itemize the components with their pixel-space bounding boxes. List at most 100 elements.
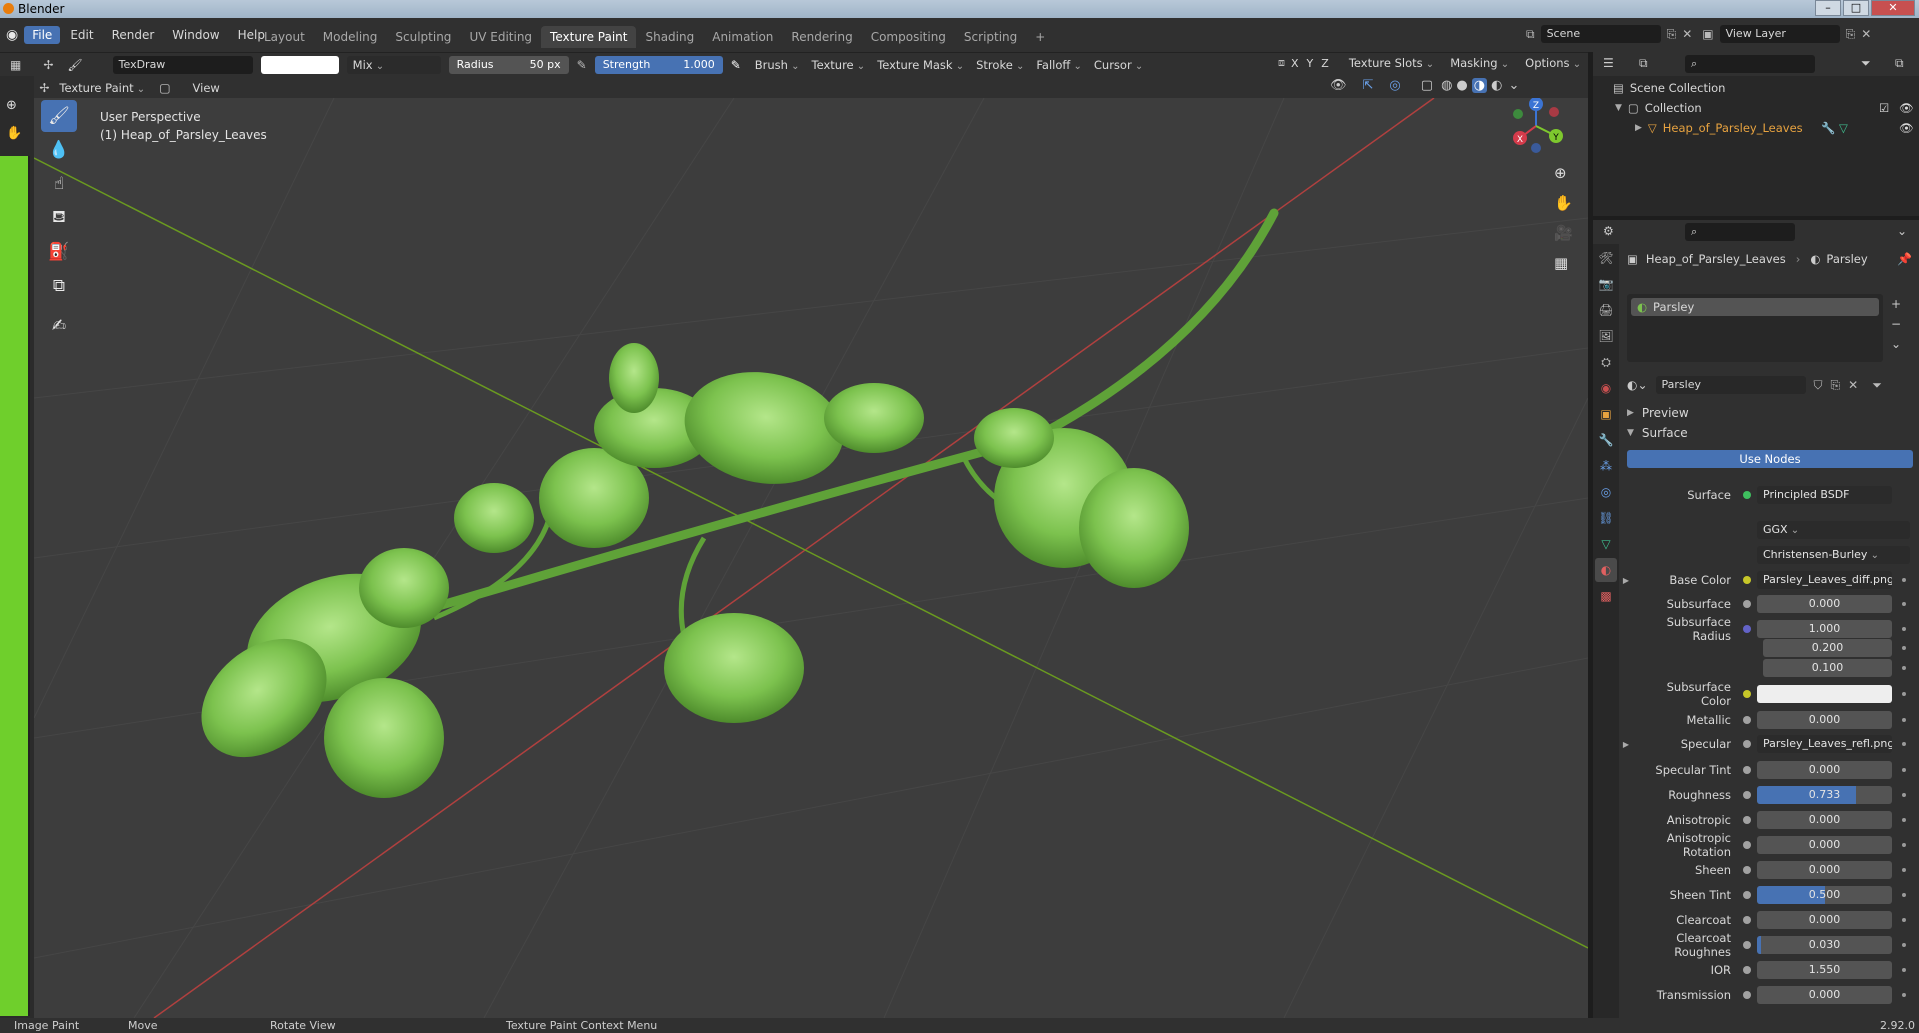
minimize-button[interactable]: – (1815, 0, 1841, 16)
row-expand-icon[interactable]: ▶ (1619, 576, 1633, 585)
bsdf-value-slider[interactable]: 1.550 (1757, 961, 1892, 979)
tab-data-icon[interactable]: ▽ (1595, 532, 1617, 556)
brush-menu[interactable]: Brush (749, 58, 806, 72)
new-collection-icon[interactable]: ⧉ (1895, 56, 1904, 71)
overlay-icon[interactable]: ◎ (1389, 78, 1400, 93)
bsdf-value-slider[interactable]: 0.030 (1757, 936, 1892, 954)
tab-uv-editing[interactable]: UV Editing (460, 26, 541, 48)
view-layer-icon[interactable]: ▣ (1702, 27, 1713, 41)
new-view-layer-icon[interactable]: ⎘ (1846, 27, 1856, 42)
image-editor-strip[interactable]: ⊕ ✋ (0, 76, 34, 1018)
object-expand-icon[interactable]: ▶ (1635, 123, 1642, 133)
texture-menu[interactable]: Texture (806, 58, 872, 72)
surface-shader-field[interactable]: Principled BSDF (1757, 486, 1892, 504)
keyframe-dot-icon[interactable] (1902, 692, 1906, 696)
masking-menu[interactable]: Masking (1444, 56, 1515, 70)
add-workspace-button[interactable]: + (1026, 26, 1054, 48)
collection-visibility-icon[interactable]: 👁 (1899, 101, 1914, 115)
menu-render[interactable]: Render (104, 26, 163, 44)
close-window-button[interactable]: ✕ (1871, 0, 1915, 16)
collection-expand-icon[interactable]: ▼ (1615, 103, 1622, 113)
menu-window[interactable]: Window (164, 26, 227, 44)
row-expand-icon[interactable]: ▶ (1619, 740, 1633, 749)
bsdf-value-slider[interactable]: 0.200 (1763, 639, 1892, 657)
soften-tool-icon[interactable]: 💧 (41, 134, 77, 166)
menu-file[interactable]: File (24, 26, 61, 44)
remove-slot-button[interactable]: − (1891, 314, 1901, 334)
tab-render-icon[interactable]: 📷 (1595, 272, 1617, 296)
tab-texture-icon[interactable]: ▩ (1595, 584, 1617, 608)
bsdf-value-slider[interactable]: 0.000 (1757, 861, 1892, 879)
stroke-menu[interactable]: Stroke (970, 58, 1030, 72)
shading-solid-icon[interactable]: ● (1456, 78, 1467, 93)
tab-scripting[interactable]: Scripting (955, 26, 1026, 48)
remove-scene-icon[interactable]: ✕ (1682, 27, 1692, 41)
keyframe-dot-icon[interactable] (1902, 993, 1906, 997)
keyframe-dot-icon[interactable] (1902, 742, 1906, 746)
bsdf-image-texture-field[interactable]: Parsley_Leaves_diff.png (1757, 571, 1892, 589)
subsurface-method-dropdown[interactable]: Christensen-Burley (1757, 546, 1910, 564)
tab-shading[interactable]: Shading (636, 26, 703, 48)
tab-tool-icon[interactable]: 🛠 (1595, 246, 1617, 270)
falloff-menu[interactable]: Falloff (1030, 58, 1088, 72)
blender-menu-icon[interactable]: ◉ (6, 27, 18, 43)
camera-view-icon[interactable]: 🎥 (1554, 218, 1573, 248)
new-material-icon[interactable]: ⎘ (1831, 378, 1841, 393)
mask-tool-icon[interactable]: ⧉ (41, 270, 77, 302)
texture-slots-menu[interactable]: Texture Slots (1343, 56, 1440, 70)
strength-pressure-icon[interactable]: ✎ (731, 58, 741, 72)
symmetry-x-toggle[interactable]: X (1291, 57, 1299, 70)
view-menu[interactable]: View (185, 79, 228, 97)
distribution-dropdown[interactable]: GGX (1757, 521, 1910, 539)
keyframe-dot-icon[interactable] (1902, 868, 1906, 872)
keyframe-dot-icon[interactable] (1902, 793, 1906, 797)
keyframe-dot-icon[interactable] (1902, 968, 1906, 972)
zoom-icon[interactable]: ⊕ (6, 98, 17, 113)
ortho-toggle-icon[interactable]: ▦ (1554, 248, 1573, 278)
material-name-field[interactable]: Parsley (1655, 376, 1806, 394)
3d-viewport[interactable]: Z X Y User Perspective (1) Heap_of_Parsl… (34, 98, 1588, 1018)
surface-panel-header[interactable]: ▼ Surface (1627, 426, 1688, 440)
bsdf-value-slider[interactable]: 0.000 (1757, 911, 1892, 929)
brush-name-field[interactable]: TexDraw (112, 56, 253, 74)
filter-icon[interactable]: ⏷ (1861, 56, 1871, 71)
pan-icon[interactable]: ✋ (6, 126, 22, 141)
keyframe-dot-icon[interactable] (1902, 943, 1906, 947)
outliner-row-object[interactable]: ▶ ▽ Heap_of_Parsley_Leaves 🔧 ▽ 👁 (1593, 118, 1919, 138)
keyframe-dot-icon[interactable] (1902, 578, 1906, 582)
fake-user-icon[interactable]: ⛉ (1814, 378, 1823, 393)
slot-menu-button[interactable]: ⌄ (1891, 334, 1901, 354)
symmetry-z-toggle[interactable]: Z (1321, 57, 1329, 70)
scene-icon[interactable]: ⧉ (1526, 27, 1535, 42)
use-nodes-button[interactable]: Use Nodes (1627, 450, 1913, 468)
outliner-search-input[interactable]: ⌕ (1685, 55, 1815, 73)
keyframe-dot-icon[interactable] (1902, 918, 1906, 922)
texture-mask-menu[interactable]: Texture Mask (871, 58, 970, 72)
maximize-button[interactable]: □ (1843, 0, 1869, 16)
shading-options-icon[interactable]: ⌄ (1508, 78, 1519, 93)
slot-link-icon[interactable]: ⏷ (1872, 378, 1882, 393)
tab-object-icon[interactable]: ▣ (1595, 402, 1617, 426)
bsdf-value-slider[interactable]: 0.000 (1757, 595, 1892, 613)
bsdf-value-slider[interactable]: 0.000 (1757, 836, 1892, 854)
scene-selector[interactable]: Scene (1540, 25, 1661, 43)
tab-view-layer-icon[interactable]: 🖼 (1595, 324, 1617, 348)
tab-world-icon[interactable]: ◉ (1595, 376, 1617, 400)
browse-material-icon[interactable]: ◐⌄ (1627, 378, 1648, 392)
tab-particles-icon[interactable]: ⁂ (1595, 454, 1617, 478)
keyframe-dot-icon[interactable] (1902, 718, 1906, 722)
new-scene-icon[interactable]: ⎘ (1667, 27, 1677, 42)
unlink-material-icon[interactable]: ✕ (1848, 378, 1858, 392)
bsdf-value-slider[interactable]: 0.733 (1757, 786, 1892, 804)
properties-editor-icon[interactable]: ⚙ (1603, 224, 1614, 238)
keyframe-dot-icon[interactable] (1902, 666, 1906, 670)
paint-mode-icon[interactable]: ✢ (43, 58, 53, 72)
keyframe-dot-icon[interactable] (1902, 602, 1906, 606)
draw-tool-icon[interactable]: 🖌 (41, 100, 77, 132)
material-slot-item[interactable]: ◐ Parsley (1631, 298, 1879, 316)
view-layer-selector[interactable]: View Layer (1719, 25, 1840, 43)
bsdf-value-slider[interactable]: 0.500 (1757, 886, 1892, 904)
options-menu[interactable]: Options (1519, 56, 1587, 70)
clone-tool-icon[interactable]: ⛾ (41, 202, 77, 234)
tab-animation[interactable]: Animation (703, 26, 782, 48)
